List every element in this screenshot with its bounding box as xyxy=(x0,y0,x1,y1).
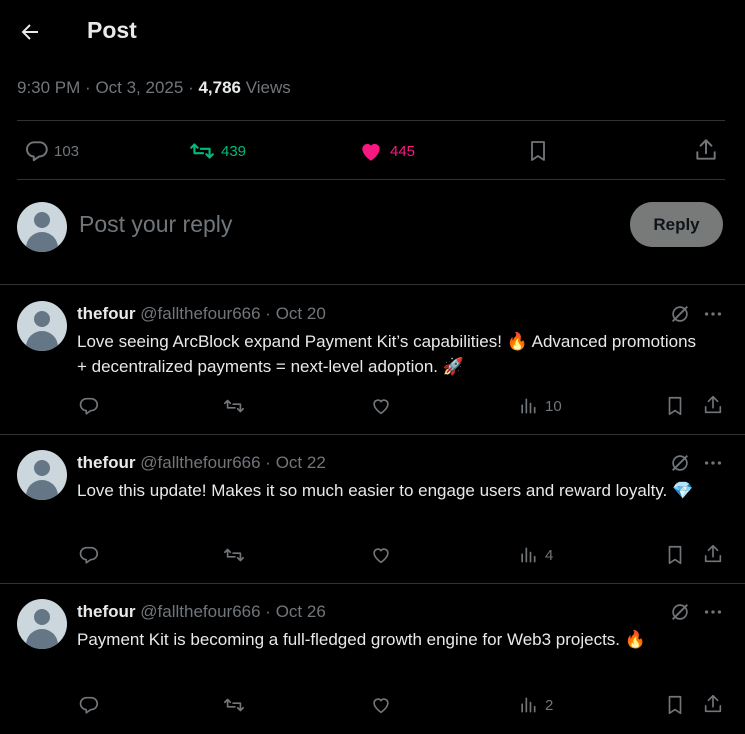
analytics-icon xyxy=(518,396,538,416)
like-count: 445 xyxy=(390,142,416,160)
repost-count-button[interactable]: 439 xyxy=(189,138,246,164)
repost-icon[interactable] xyxy=(223,544,245,566)
reply-count: 103 xyxy=(54,142,80,160)
reply-icon xyxy=(24,138,50,164)
views-count: 4,786 xyxy=(198,78,241,97)
views-button[interactable]: 4 xyxy=(518,545,553,565)
reply-text: Love seeing ArcBlock expand Payment Kit’… xyxy=(77,332,697,376)
heart-icon[interactable] xyxy=(370,694,392,716)
repost-icon xyxy=(189,138,215,164)
bookmark-icon[interactable] xyxy=(664,694,686,716)
reply-header: thefour @fallthefour666 · Oct 26 xyxy=(77,602,326,621)
share-icon[interactable] xyxy=(702,543,724,565)
repost-icon[interactable] xyxy=(223,694,245,716)
page-title: Post xyxy=(87,17,137,43)
heart-icon[interactable] xyxy=(370,395,392,417)
avatar[interactable] xyxy=(17,599,67,649)
reply-icon[interactable] xyxy=(78,694,100,716)
back-arrow-icon[interactable] xyxy=(18,20,42,44)
grok-icon[interactable] xyxy=(669,452,691,474)
reply-text: Love this update! Makes it so much easie… xyxy=(77,481,694,500)
grok-icon[interactable] xyxy=(669,601,691,623)
reply-button[interactable]: Reply xyxy=(630,202,723,247)
bookmark-icon[interactable] xyxy=(664,544,686,566)
user-name[interactable]: thefour xyxy=(77,453,136,472)
post-time[interactable]: 9:30 PM xyxy=(17,78,80,97)
bookmark-icon[interactable] xyxy=(664,395,686,417)
reply-header: thefour @fallthefour666 · Oct 20 xyxy=(77,304,326,323)
share-icon[interactable] xyxy=(702,394,724,416)
user-handle[interactable]: @fallthefour666 xyxy=(140,453,260,472)
user-name[interactable]: thefour xyxy=(77,602,136,621)
divider xyxy=(0,434,745,435)
reply-input[interactable]: Post your reply xyxy=(79,211,232,238)
repost-count: 439 xyxy=(221,142,247,160)
heart-icon[interactable] xyxy=(370,544,392,566)
more-options-icon[interactable] xyxy=(702,601,724,623)
repost-icon[interactable] xyxy=(223,395,245,417)
avatar[interactable] xyxy=(17,301,67,351)
share-icon[interactable] xyxy=(693,137,719,163)
top-bar: Post xyxy=(0,0,745,64)
post-meta: 9:30 PM · Oct 3, 2025 · 4,786 Views xyxy=(17,78,291,97)
more-options-icon[interactable] xyxy=(702,303,724,325)
reply-text: Payment Kit is becoming a full-fledged g… xyxy=(77,630,646,649)
divider xyxy=(0,284,745,285)
reply-date[interactable]: Oct 20 xyxy=(276,304,326,323)
reply-date[interactable]: Oct 26 xyxy=(276,602,326,621)
like-count-button[interactable]: 445 xyxy=(358,138,415,164)
grok-icon[interactable] xyxy=(669,303,691,325)
analytics-icon xyxy=(518,695,538,715)
reply-date[interactable]: Oct 22 xyxy=(276,453,326,472)
post-date[interactable]: Oct 3, 2025 xyxy=(95,78,183,97)
views-count: 10 xyxy=(545,397,562,415)
views-count: 4 xyxy=(545,546,554,564)
reply-icon[interactable] xyxy=(78,395,100,417)
reply-icon[interactable] xyxy=(78,544,100,566)
share-icon[interactable] xyxy=(702,693,724,715)
views-label: Views xyxy=(245,78,291,97)
views-count: 2 xyxy=(545,696,554,714)
bookmark-icon[interactable] xyxy=(526,138,550,164)
user-name[interactable]: thefour xyxy=(77,304,136,323)
analytics-icon xyxy=(518,545,538,565)
divider xyxy=(0,583,745,584)
user-handle[interactable]: @fallthefour666 xyxy=(140,602,260,621)
reply-header: thefour @fallthefour666 · Oct 22 xyxy=(77,453,326,472)
views-button[interactable]: 2 xyxy=(518,695,553,715)
divider xyxy=(17,120,725,121)
heart-icon xyxy=(358,138,384,164)
more-options-icon[interactable] xyxy=(702,452,724,474)
divider xyxy=(17,179,725,180)
reply-count-button[interactable]: 103 xyxy=(24,138,79,164)
avatar[interactable] xyxy=(17,202,67,252)
user-handle[interactable]: @fallthefour666 xyxy=(140,304,260,323)
avatar[interactable] xyxy=(17,450,67,500)
views-button[interactable]: 10 xyxy=(518,396,562,416)
